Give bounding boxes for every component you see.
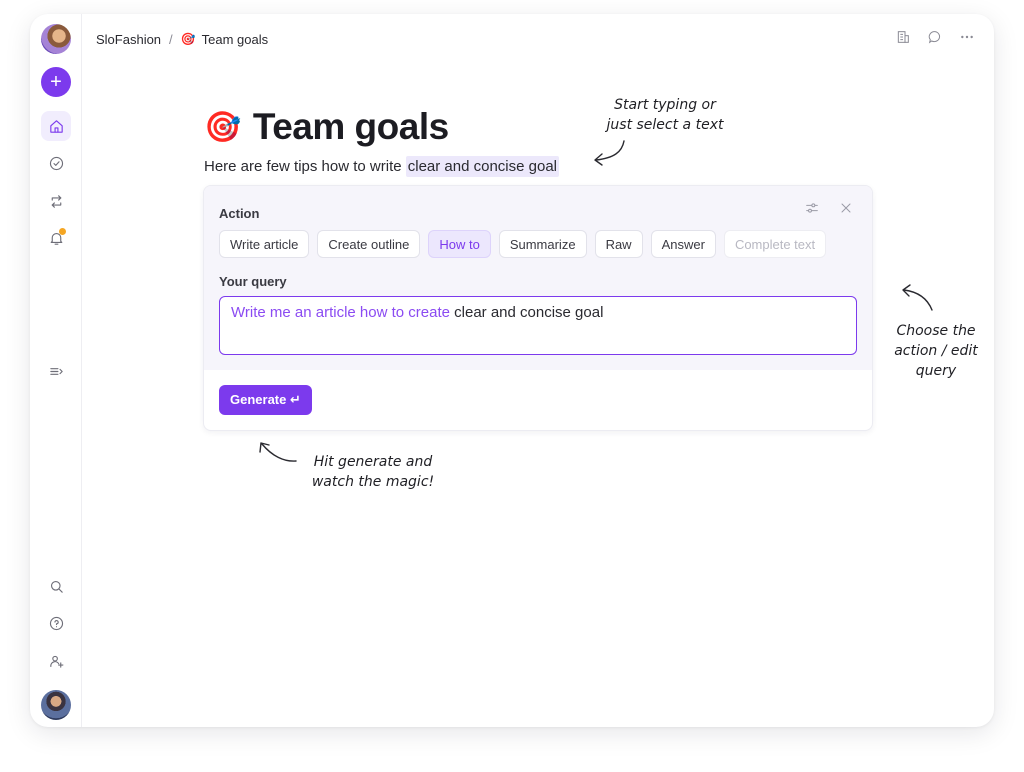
sidebar-item-home[interactable]: [41, 111, 71, 141]
action-raw[interactable]: Raw: [594, 230, 643, 258]
panel-icons: [804, 200, 854, 216]
annotation-generate: Hit generate and watch the magic!: [311, 454, 435, 490]
sidebar-item-help[interactable]: [41, 608, 71, 638]
query-prefix: Write me an article how to create: [231, 304, 455, 321]
action-summarize[interactable]: Summarize: [498, 230, 587, 258]
close-icon[interactable]: [838, 200, 854, 216]
selected-text-highlight[interactable]: clear and concise goal: [405, 156, 560, 177]
page-title-text[interactable]: Team goals: [253, 106, 449, 148]
top-actions: [894, 28, 976, 46]
building-icon: [897, 31, 909, 43]
new-page-button[interactable]: +: [41, 67, 71, 97]
comments-button[interactable]: [926, 28, 944, 46]
action-answer[interactable]: Answer: [650, 230, 716, 258]
action-chips: Write article Create outline How to Summ…: [219, 230, 827, 258]
notification-badge: [59, 228, 66, 235]
comment-icon: [928, 31, 941, 44]
action-label: Action: [219, 206, 260, 221]
annotation-select-text: Start typing or just select a text: [606, 97, 724, 133]
search-icon: [50, 580, 63, 593]
sidebar-item-invite[interactable]: [41, 646, 71, 676]
page-subtitle[interactable]: Here are few tips how to write clear and…: [204, 156, 560, 177]
app-window: + SloFashion / 🎯 Team goals 🎯 Team goals…: [30, 14, 994, 727]
breadcrumb-separator: /: [169, 31, 173, 47]
sidebar-item-notifications[interactable]: [41, 223, 71, 253]
sidebar-collapse-toggle[interactable]: [41, 356, 71, 386]
query-input[interactable]: Write me an article how to create clear …: [219, 296, 857, 355]
action-write-article[interactable]: Write article: [219, 230, 310, 258]
sidebar: +: [30, 14, 82, 727]
add-user-icon: [49, 655, 63, 668]
action-create-outline[interactable]: Create outline: [317, 230, 421, 258]
settings-sliders-icon[interactable]: [804, 200, 820, 216]
check-circle-icon: [49, 156, 63, 170]
plus-icon: +: [50, 71, 62, 93]
target-icon: 🎯: [180, 32, 196, 46]
action-how-to[interactable]: How to: [428, 230, 491, 258]
page-title[interactable]: 🎯 Team goals: [204, 106, 449, 148]
breadcrumb-page[interactable]: Team goals: [202, 32, 268, 47]
building-button[interactable]: [894, 28, 912, 46]
user-avatar[interactable]: [41, 690, 71, 720]
breadcrumb-workspace[interactable]: SloFashion: [96, 32, 161, 47]
workspace-avatar[interactable]: [41, 24, 71, 54]
annotation-arrow-top: [590, 138, 630, 173]
generate-button[interactable]: Generate ↵: [219, 385, 312, 415]
more-icon: [961, 35, 973, 39]
query-label: Your query: [219, 274, 287, 289]
annotation-arrow-right: [898, 282, 938, 319]
query-text: clear and concise goal: [454, 304, 604, 321]
sidebar-item-tasks[interactable]: [41, 148, 71, 178]
subtitle-text: Here are few tips how to write: [204, 158, 406, 175]
collapse-icon: [49, 367, 63, 375]
annotation-arrow-bottom: [254, 438, 302, 473]
help-icon: [49, 616, 63, 630]
ai-assistant-panel: Action Write article Create outline How …: [203, 185, 873, 431]
sync-icon: [51, 194, 61, 208]
target-icon: 🎯: [204, 110, 241, 144]
home-icon: [49, 119, 63, 133]
sidebar-item-sync[interactable]: [41, 186, 71, 216]
action-complete-text[interactable]: Complete text: [723, 230, 827, 258]
sidebar-item-search[interactable]: [41, 571, 71, 601]
more-button[interactable]: [958, 28, 976, 46]
breadcrumb: SloFashion / 🎯 Team goals: [96, 30, 268, 48]
annotation-choose-action: Choose the action / edit query: [894, 323, 978, 379]
